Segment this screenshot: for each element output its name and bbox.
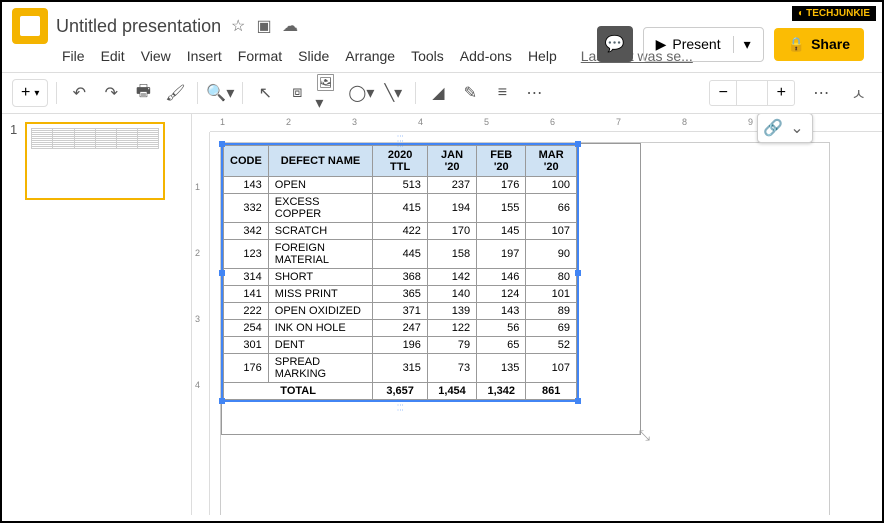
toolbar: +▾ ↶ ↷ 🖶 🖌 🔍▾ ↖ ⧈ 🖼▾ ◯▾ ╲▾ ◢ ✎ ≡ ⋯ − + ⋯… bbox=[2, 72, 882, 114]
new-slide-button[interactable]: +▾ bbox=[12, 79, 48, 107]
border-dash-button[interactable]: ⋯ bbox=[520, 79, 548, 107]
handle-ml[interactable] bbox=[219, 270, 225, 276]
fill-color-button[interactable]: ◢ bbox=[424, 79, 452, 107]
table-row: 222OPEN OXIDIZED37113914389 bbox=[224, 303, 577, 320]
menu-addons[interactable]: Add-ons bbox=[454, 46, 518, 66]
image-tool[interactable]: 🖼▾ bbox=[315, 79, 343, 107]
table-header: JAN '20 bbox=[427, 146, 476, 177]
play-icon: ▶ bbox=[656, 36, 667, 53]
top-actions: 💬 ▶ Present ▾ 🔒 Share bbox=[597, 26, 864, 62]
textbox-tool[interactable]: ⧈ bbox=[283, 79, 311, 107]
menu-tools[interactable]: Tools bbox=[405, 46, 450, 66]
paint-format-button[interactable]: 🖌 bbox=[161, 79, 189, 107]
lock-icon: 🔒 bbox=[788, 36, 805, 53]
canvas-area: 123456789 1234 ⤡ 🔗 ⌄ CODEDEFECT NAME2020… bbox=[192, 114, 882, 515]
share-button[interactable]: 🔒 Share bbox=[774, 28, 864, 61]
zoom-out-button[interactable]: − bbox=[710, 81, 736, 105]
border-color-button[interactable]: ✎ bbox=[456, 79, 484, 107]
zoom-in-button[interactable]: + bbox=[768, 81, 794, 105]
ruler-vertical: 1234 bbox=[192, 132, 210, 515]
menu-help[interactable]: Help bbox=[522, 46, 563, 66]
resize-handle-icon[interactable]: ⤡ bbox=[639, 427, 650, 444]
slide-canvas[interactable]: ⤡ 🔗 ⌄ CODEDEFECT NAME2020 TTLJAN '20FEB … bbox=[220, 142, 830, 515]
handle-mr[interactable] bbox=[575, 270, 581, 276]
table-header: CODE bbox=[224, 146, 269, 177]
zoom-value[interactable] bbox=[736, 81, 768, 105]
table-total-row: TOTAL3,6571,4541,342861 bbox=[224, 383, 577, 400]
doc-title[interactable]: Untitled presentation bbox=[56, 16, 221, 37]
table-header: DEFECT NAME bbox=[268, 146, 372, 177]
line-tool[interactable]: ╲▾ bbox=[379, 79, 407, 107]
table-row: 314SHORT36814214680 bbox=[224, 269, 577, 286]
handle-br[interactable] bbox=[575, 398, 581, 404]
table-row: 141MISS PRINT365140124101 bbox=[224, 286, 577, 303]
cloud-icon[interactable]: ☁ bbox=[281, 17, 299, 35]
table-row: 342SCRATCH422170145107 bbox=[224, 223, 577, 240]
slide-thumbnail[interactable] bbox=[25, 122, 165, 200]
move-icon[interactable]: ▣ bbox=[255, 17, 273, 35]
comments-button[interactable]: 💬 bbox=[597, 26, 633, 62]
zoom-control: − + bbox=[709, 80, 795, 106]
table-row: 254INK ON HOLE2471225669 bbox=[224, 320, 577, 337]
print-button[interactable]: 🖶 bbox=[129, 79, 157, 107]
table-row: 143OPEN513237176100 bbox=[224, 177, 577, 194]
zoom-button[interactable]: 🔍▾ bbox=[206, 79, 234, 107]
select-tool[interactable]: ↖ bbox=[251, 79, 279, 107]
data-table: CODEDEFECT NAME2020 TTLJAN '20FEB '20MAR… bbox=[223, 145, 577, 400]
table-row: 332EXCESS COPPER41519415566 bbox=[224, 194, 577, 223]
shape-tool[interactable]: ◯▾ bbox=[347, 79, 375, 107]
undo-button[interactable]: ↶ bbox=[65, 79, 93, 107]
menu-file[interactable]: File bbox=[56, 46, 91, 66]
handle-bl[interactable] bbox=[219, 398, 225, 404]
table-header: 2020 TTL bbox=[373, 146, 428, 177]
collapse-toolbar-icon[interactable]: ㅅ bbox=[851, 81, 866, 105]
present-button[interactable]: ▶ Present ▾ bbox=[643, 27, 764, 62]
menu-insert[interactable]: Insert bbox=[181, 46, 228, 66]
linked-object-toolbar: 🔗 ⌄ bbox=[757, 114, 813, 143]
redo-button[interactable]: ↷ bbox=[97, 79, 125, 107]
table-row: 123FOREIGN MATERIAL44515819790 bbox=[224, 240, 577, 269]
slide-panel: 1 bbox=[2, 114, 192, 515]
table-row: 176SPREAD MARKING31573135107 bbox=[224, 354, 577, 383]
watermark-badge: TECHJUNKIE bbox=[792, 6, 876, 21]
present-dropdown-icon[interactable]: ▾ bbox=[733, 36, 751, 53]
menu-format[interactable]: Format bbox=[232, 46, 288, 66]
selected-table[interactable]: CODEDEFECT NAME2020 TTLJAN '20FEB '20MAR… bbox=[221, 143, 579, 402]
link-icon[interactable]: 🔗 bbox=[762, 118, 784, 138]
menu-arrange[interactable]: Arrange bbox=[339, 46, 401, 66]
star-icon[interactable]: ☆ bbox=[229, 17, 247, 35]
thumb-number: 1 bbox=[10, 122, 17, 200]
handle-tl[interactable] bbox=[219, 141, 225, 147]
table-header: FEB '20 bbox=[477, 146, 526, 177]
table-header: MAR '20 bbox=[526, 146, 577, 177]
border-weight-button[interactable]: ≡ bbox=[488, 79, 516, 107]
menu-edit[interactable]: Edit bbox=[95, 46, 131, 66]
more-button[interactable]: ⋯ bbox=[807, 79, 835, 107]
handle-tr[interactable] bbox=[575, 141, 581, 147]
link-dropdown-icon[interactable]: ⌄ bbox=[786, 118, 808, 138]
table-row: 301DENT196796552 bbox=[224, 337, 577, 354]
menu-slide[interactable]: Slide bbox=[292, 46, 335, 66]
slides-logo-icon[interactable] bbox=[12, 8, 48, 44]
menu-view[interactable]: View bbox=[135, 46, 177, 66]
